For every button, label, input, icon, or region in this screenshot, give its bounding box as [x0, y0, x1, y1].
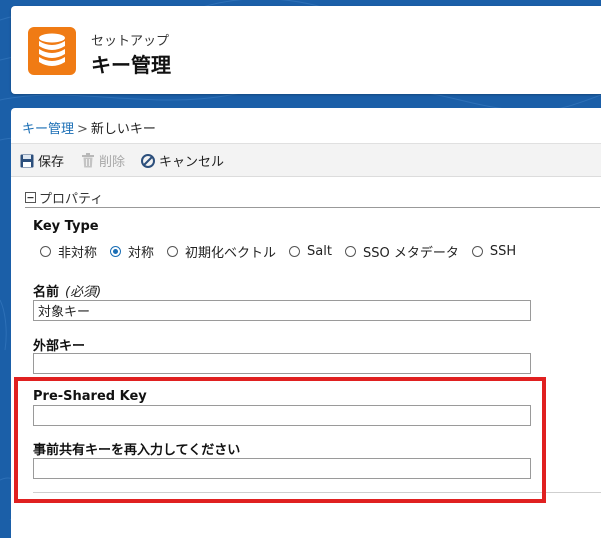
radio-circle[interactable] [167, 246, 179, 257]
radio-circle[interactable] [289, 246, 301, 257]
save-button[interactable]: 保存 [20, 151, 64, 170]
highlight-box [14, 377, 546, 503]
radio-symmetric[interactable]: 対称 [110, 242, 154, 261]
name-input[interactable] [33, 300, 531, 321]
breadcrumb-separator: > [77, 122, 88, 137]
radio-ssh[interactable]: SSH [471, 242, 517, 261]
radio-circle[interactable] [40, 246, 51, 257]
radio-circle[interactable] [344, 246, 356, 257]
radio-label: 非対称 [58, 246, 98, 261]
required-indicator: (必須) [65, 285, 102, 300]
radio-label: SSH [489, 244, 517, 259]
delete-label: 削除 [99, 155, 126, 170]
radio-initialization-vector[interactable]: 初期化ベクトル [167, 242, 276, 261]
breadcrumb-current: 新しいキー [90, 122, 156, 137]
save-label: 保存 [38, 155, 65, 170]
radio-label: Salt [307, 244, 332, 259]
radio-circle[interactable] [471, 246, 483, 257]
trash-icon [81, 153, 95, 168]
section-title: プロパティ [39, 192, 104, 207]
delete-button[interactable]: 削除 [81, 151, 125, 170]
breadcrumb-link-key-management[interactable]: キー管理 [22, 122, 74, 137]
cancel-button[interactable]: キャンセル [141, 151, 224, 170]
section-properties-header[interactable]: プロパティ [25, 188, 103, 207]
cancel-label: キャンセル [159, 155, 225, 170]
radio-asymmetric[interactable]: 非対称 [40, 242, 97, 261]
radio-circle-selected[interactable] [110, 246, 122, 257]
name-label-text: 名前 [33, 285, 60, 300]
breadcrumb: キー管理 > 新しいキー [22, 118, 156, 137]
page-title: キー管理 [91, 53, 171, 77]
external-key-label: 外部キー [33, 339, 86, 354]
radio-salt[interactable]: Salt [289, 242, 332, 261]
section-divider [25, 207, 600, 208]
toolbar: 保存 削除 キャンセル [11, 143, 601, 177]
prohibited-icon [141, 153, 155, 168]
floppy-disk-icon [20, 154, 34, 168]
radio-label: 初期化ベクトル [185, 246, 277, 261]
header-subtitle: セットアップ [91, 34, 170, 49]
database-icon [28, 27, 76, 75]
external-key-input[interactable] [33, 353, 531, 374]
key-type-label: Key Type [33, 219, 99, 234]
radio-sso-metadata[interactable]: SSO メタデータ [344, 242, 459, 261]
key-type-radio-group: 非対称 対称 初期化ベクトル Salt SSO メタデータ SSH [40, 242, 529, 261]
radio-label: SSO メタデータ [362, 246, 459, 261]
setup-header: セットアップ キー管理 [11, 6, 601, 94]
name-label: 名前 (必須) [33, 281, 101, 300]
radio-label: 対称 [128, 246, 155, 261]
collapse-minus-icon[interactable] [25, 192, 36, 203]
